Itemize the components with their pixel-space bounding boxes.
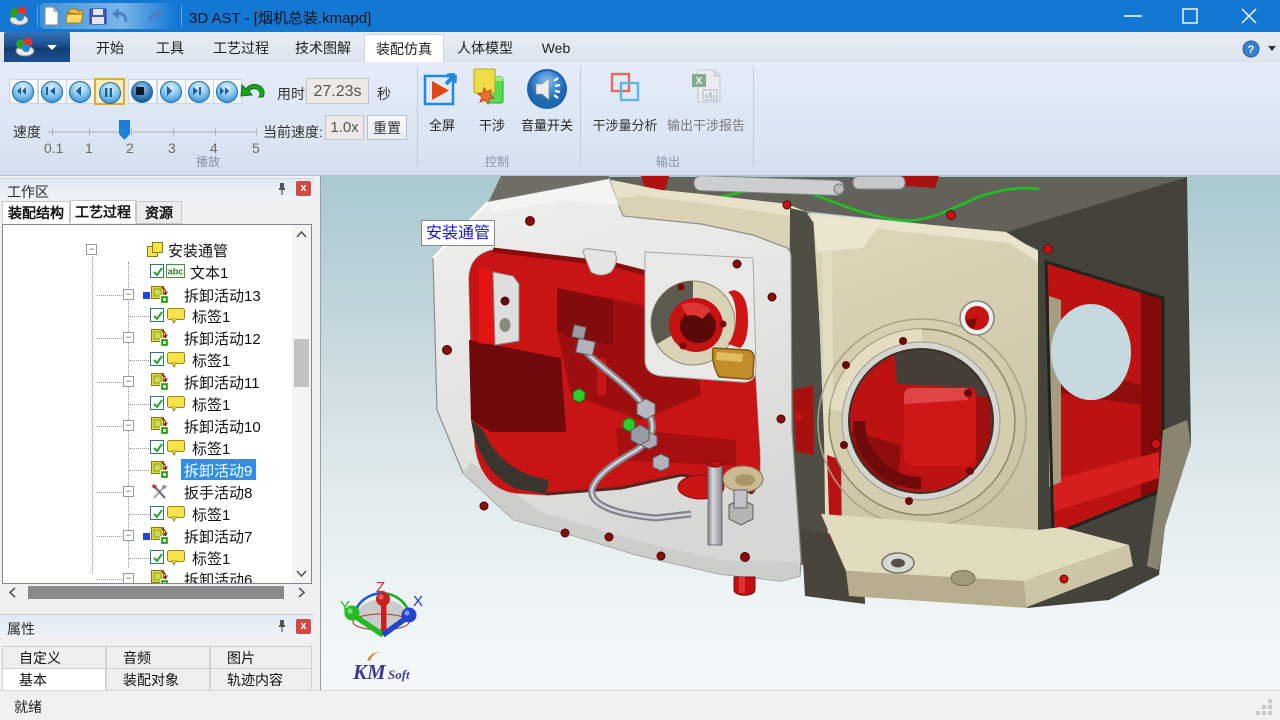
svg-text:Z: Z [376,579,385,596]
svg-text:Soft: Soft [388,667,410,682]
svg-text:abc: abc [168,267,184,277]
svg-text:KM: KM [352,660,387,684]
svg-text:Y: Y [340,598,350,615]
svg-text:?: ? [1248,44,1255,56]
svg-text:X: X [413,593,423,610]
svg-text:X: X [696,76,703,87]
